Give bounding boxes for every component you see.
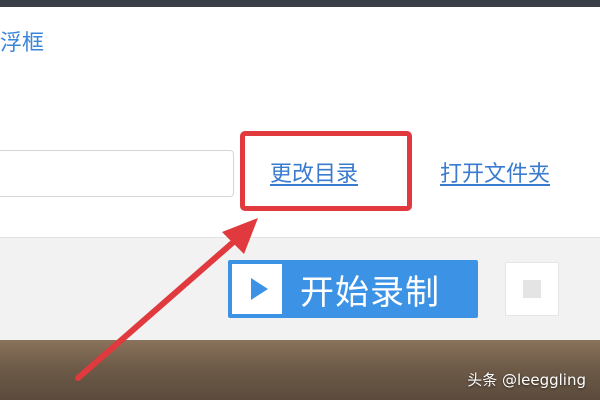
stop-recording-button[interactable] [505,262,559,316]
start-recording-label: 开始录制 [300,273,440,312]
window-top-edge [0,0,600,7]
settings-panel: 浮框 更改目录 打开文件夹 [0,7,600,237]
start-recording-button[interactable]: 开始录制 [228,260,478,318]
watermark: 头条 @leeggling [467,371,586,389]
stop-icon [523,280,541,298]
save-path-input[interactable] [0,150,234,197]
float-window-option[interactable]: 浮框 [0,29,44,59]
annotation-highlight-box [240,131,412,211]
open-folder-link[interactable]: 打开文件夹 [440,159,550,191]
play-icon [232,264,282,314]
control-bar: 开始录制 [0,237,600,340]
